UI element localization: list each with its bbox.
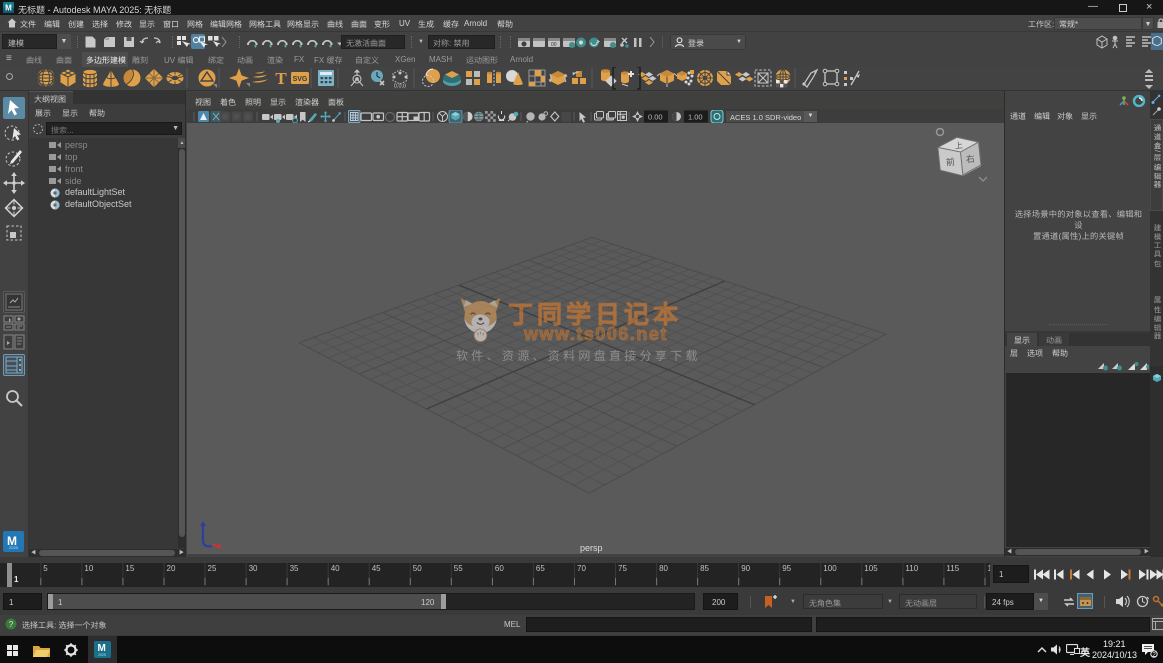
svg-text:115: 115	[946, 564, 959, 573]
svg-text:90: 90	[741, 564, 750, 573]
svg-text:15: 15	[125, 564, 134, 573]
svg-text:100: 100	[823, 564, 837, 573]
svg-text:40: 40	[331, 564, 340, 573]
svg-text:110: 110	[905, 564, 918, 573]
svg-text:00: 00	[551, 42, 557, 48]
svg-text:20: 20	[167, 564, 176, 573]
svg-text:85: 85	[700, 564, 709, 573]
svg-text:右: 右	[965, 154, 975, 165]
svg-text:50: 50	[413, 564, 422, 573]
svg-text:60: 60	[495, 564, 504, 573]
svg-text:120: 120	[988, 564, 991, 573]
svg-text:1.00: 1.00	[688, 113, 703, 122]
svg-text:0.00: 0.00	[648, 113, 663, 122]
svg-text:30: 30	[249, 564, 258, 573]
svg-text:65: 65	[536, 564, 545, 573]
svg-text:SVG: SVG	[293, 76, 308, 83]
svg-text:5: 5	[43, 564, 48, 573]
svg-text:70: 70	[577, 564, 586, 573]
svg-text:105: 105	[864, 564, 878, 573]
svg-text:上: 上	[954, 141, 963, 151]
svg-text:10: 10	[84, 564, 93, 573]
svg-text:80: 80	[659, 564, 668, 573]
svg-text:T: T	[275, 69, 287, 88]
svg-text:2: 2	[1152, 652, 1156, 659]
svg-text:0,0,0: 0,0,0	[394, 84, 406, 90]
svg-text:95: 95	[782, 564, 791, 573]
svg-text:25: 25	[208, 564, 217, 573]
svg-text:35: 35	[290, 564, 299, 573]
svg-text:?: ?	[9, 620, 14, 629]
svg-text:55: 55	[454, 564, 463, 573]
svg-text:前: 前	[945, 157, 955, 168]
svg-text:75: 75	[618, 564, 627, 573]
svg-text:45: 45	[372, 564, 381, 573]
svg-text:M: M	[5, 4, 12, 13]
